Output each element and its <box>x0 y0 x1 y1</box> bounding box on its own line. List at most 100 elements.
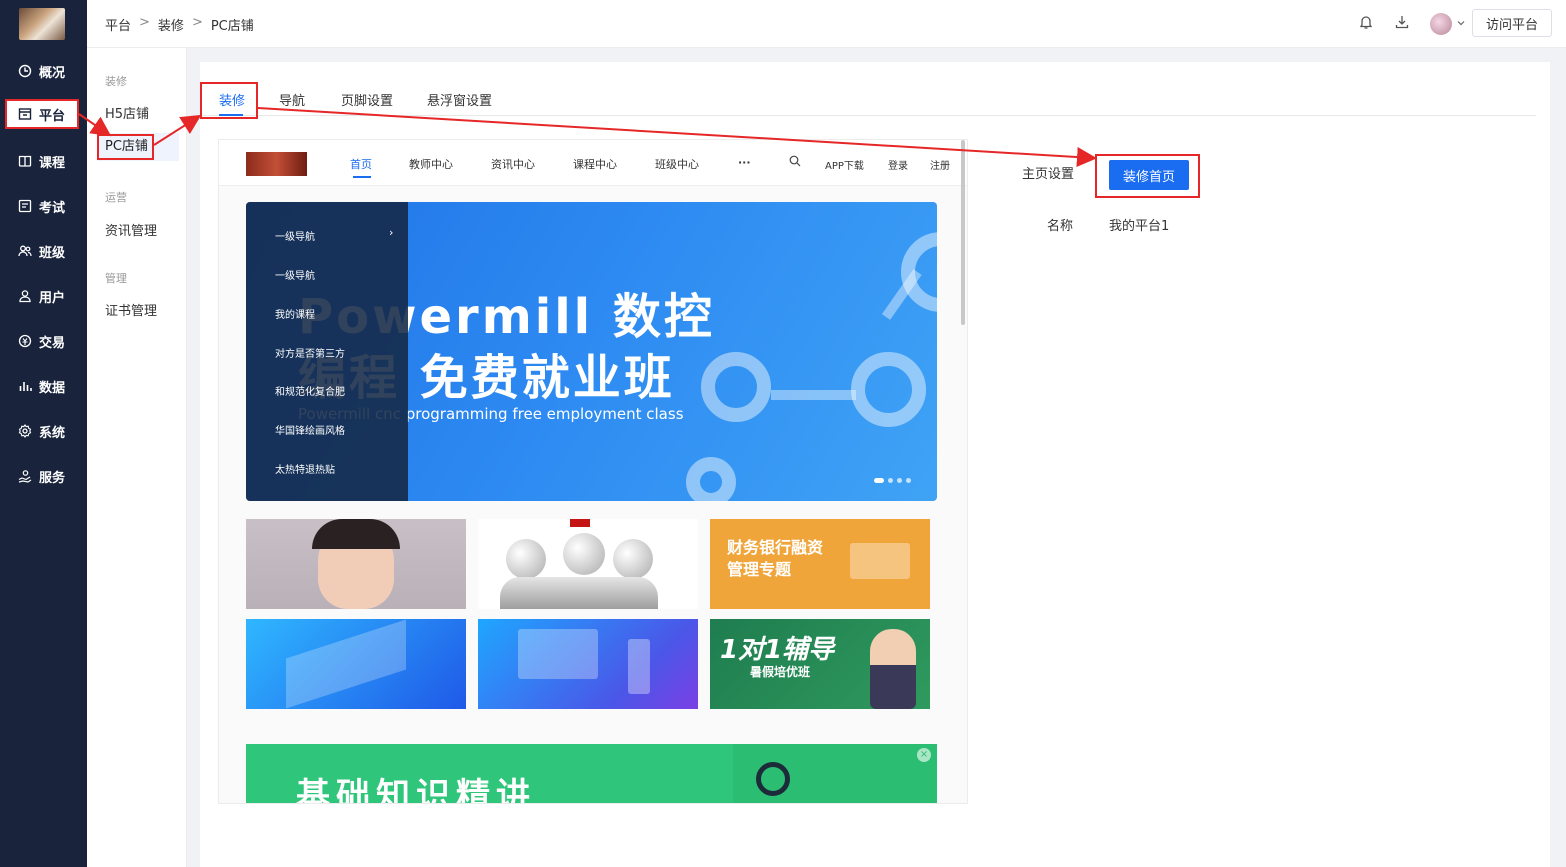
menu-item[interactable]: 一级导航 <box>275 228 315 243</box>
portrait-hair <box>312 519 400 549</box>
preview-nav-class[interactable]: 班级中心 <box>655 156 699 172</box>
name-value: 我的平台1 <box>1109 219 1170 234</box>
carousel-dots[interactable] <box>874 478 911 483</box>
app-logo[interactable] <box>19 8 65 40</box>
gear-icon <box>18 424 32 438</box>
main-content: 装修 导航 页脚设置 悬浮窗设置 首页 教师中心 资讯中心 课程中心 班级中心 … <box>200 62 1550 867</box>
nav-item-platform[interactable]: 平台 <box>7 100 78 128</box>
visit-platform-button[interactable]: 访问平台 <box>1472 9 1552 37</box>
nav-item-label: 平台 <box>39 108 66 124</box>
tab-float-window[interactable]: 悬浮窗设置 <box>427 90 492 109</box>
banner-decoration <box>686 457 736 501</box>
tile-isometric-city[interactable] <box>246 619 466 709</box>
tab-active-indicator <box>219 114 243 116</box>
preview-nav-course[interactable]: 课程中心 <box>573 156 617 172</box>
main-nav: 概况 平台 课程 考试 班级 用户 交易 数据 系统 服务 <box>0 0 87 867</box>
more-icon[interactable]: ··· <box>738 156 751 169</box>
bottom-banner-title: 基础知识精讲 <box>296 776 536 804</box>
bell-icon[interactable] <box>1358 14 1374 34</box>
tile-finance-title: 财务银行融资 管理专题 <box>727 538 824 579</box>
search-icon[interactable] <box>789 155 801 170</box>
sub-group-manage: 管理 <box>105 272 127 285</box>
preview-bottom-banner[interactable]: 基础知识精讲 × <box>246 744 937 804</box>
preview-nav-news[interactable]: 资讯中心 <box>491 156 535 172</box>
tab-footer[interactable]: 页脚设置 <box>341 90 393 109</box>
preview-scrollbar[interactable] <box>961 140 965 325</box>
pc-store-preview: 首页 教师中心 资讯中心 课程中心 班级中心 ··· APP下载 登录 注册 P… <box>218 139 968 804</box>
carousel-dot[interactable] <box>874 478 884 483</box>
group-icon <box>18 244 32 258</box>
nav-item-label: 班级 <box>39 245 66 261</box>
breadcrumb-item: PC店铺 <box>210 19 254 34</box>
menu-item[interactable]: 我的课程 <box>275 306 315 321</box>
nav-item-label: 课程 <box>39 155 66 171</box>
preview-login[interactable]: 登录 <box>888 157 908 172</box>
tab-navigation[interactable]: 导航 <box>279 90 305 109</box>
carousel-dot[interactable] <box>906 478 911 483</box>
menu-item[interactable]: 和规范化复合肥 <box>275 383 345 398</box>
menu-item[interactable]: 一级导航 <box>275 267 315 282</box>
nav-item-label: 交易 <box>39 335 66 351</box>
tile-figures[interactable] <box>478 519 698 609</box>
decorate-home-button[interactable]: 装修首页 <box>1109 160 1189 190</box>
tile-portrait[interactable] <box>246 519 466 609</box>
user-icon <box>18 289 32 303</box>
tab-decoration[interactable]: 装修 <box>219 90 245 109</box>
breadcrumb: 平台 > 装修 > PC店铺 <box>105 15 254 34</box>
nav-item-data[interactable]: 数据 <box>0 371 87 401</box>
preview-banner[interactable]: Powermill 数控 编程 免费就业班 Powermill cnc prog… <box>246 202 937 501</box>
nav-item-label: 考试 <box>39 200 66 216</box>
menu-item[interactable]: 对方是否第三方 <box>275 345 345 360</box>
user-menu[interactable] <box>1430 13 1466 35</box>
nav-item-label: 服务 <box>39 470 66 486</box>
sub-group-operation: 运营 <box>105 191 127 204</box>
preview-top-nav: 首页 教师中心 资讯中心 课程中心 班级中心 ··· APP下载 登录 注册 <box>219 140 967 186</box>
chevron-down-icon <box>1456 17 1466 32</box>
menu-item[interactable]: 华国锋绘画风格 <box>275 422 345 437</box>
name-label: 名称 <box>1047 219 1074 234</box>
clock-icon <box>18 64 32 78</box>
figure-image <box>500 577 658 609</box>
preview-register[interactable]: 注册 <box>930 157 950 172</box>
exam-icon <box>18 199 32 213</box>
nav-item-course[interactable]: 课程 <box>0 146 87 176</box>
office-illustration <box>628 639 650 694</box>
category-menu: 一级导航 › 一级导航 我的课程 对方是否第三方 和规范化复合肥 华国锋绘画风格… <box>246 202 408 501</box>
sub-group-decoration: 装修 <box>105 75 127 88</box>
nav-item-service[interactable]: 服务 <box>0 461 87 491</box>
avatar[interactable] <box>1430 13 1452 35</box>
sub-item-news[interactable]: 资讯管理 <box>105 220 157 239</box>
nav-item-system[interactable]: 系统 <box>0 416 87 446</box>
sub-item-h5-store[interactable]: H5店铺 <box>105 103 149 122</box>
preview-nav-teacher[interactable]: 教师中心 <box>409 156 453 172</box>
banner-decoration <box>701 352 771 422</box>
nav-item-exam[interactable]: 考试 <box>0 191 87 221</box>
nav-item-label: 数据 <box>39 380 66 396</box>
nav-item-label: 系统 <box>39 425 66 441</box>
carousel-dot[interactable] <box>897 478 902 483</box>
sub-item-cert[interactable]: 证书管理 <box>105 300 157 319</box>
nav-item-overview[interactable]: 概况 <box>0 56 87 86</box>
preview-app-download[interactable]: APP下载 <box>825 157 864 172</box>
sub-nav: 装修 H5店铺 PC店铺 运营 资讯管理 管理 证书管理 <box>87 0 187 867</box>
tile-office[interactable] <box>478 619 698 709</box>
breadcrumb-item[interactable]: 平台 <box>105 15 131 34</box>
carousel-dot[interactable] <box>888 478 893 483</box>
download-icon[interactable] <box>1394 14 1410 34</box>
preview-nav-home[interactable]: 首页 <box>350 156 372 172</box>
menu-item[interactable]: 太热特退热贴 <box>275 461 335 476</box>
tile-tutoring[interactable]: 1对1辅导 暑假培优班 <box>710 619 930 709</box>
nav-item-user[interactable]: 用户 <box>0 281 87 311</box>
nav-item-trade[interactable]: 交易 <box>0 326 87 356</box>
tile-finance[interactable]: 财务银行融资 管理专题 <box>710 519 930 609</box>
banner-decoration <box>851 352 926 427</box>
nav-item-class[interactable]: 班级 <box>0 236 87 266</box>
sub-item-pc-store[interactable]: PC店铺 <box>97 133 179 161</box>
breadcrumb-item[interactable]: 装修 <box>158 15 184 34</box>
close-icon[interactable]: × <box>917 748 931 762</box>
nav-item-label: 概况 <box>39 65 66 81</box>
office-illustration <box>518 629 598 679</box>
top-header: 平台 > 装修 > PC店铺 访问平台 <box>87 0 1566 48</box>
trade-icon <box>18 334 32 348</box>
banner-decoration <box>771 390 856 400</box>
